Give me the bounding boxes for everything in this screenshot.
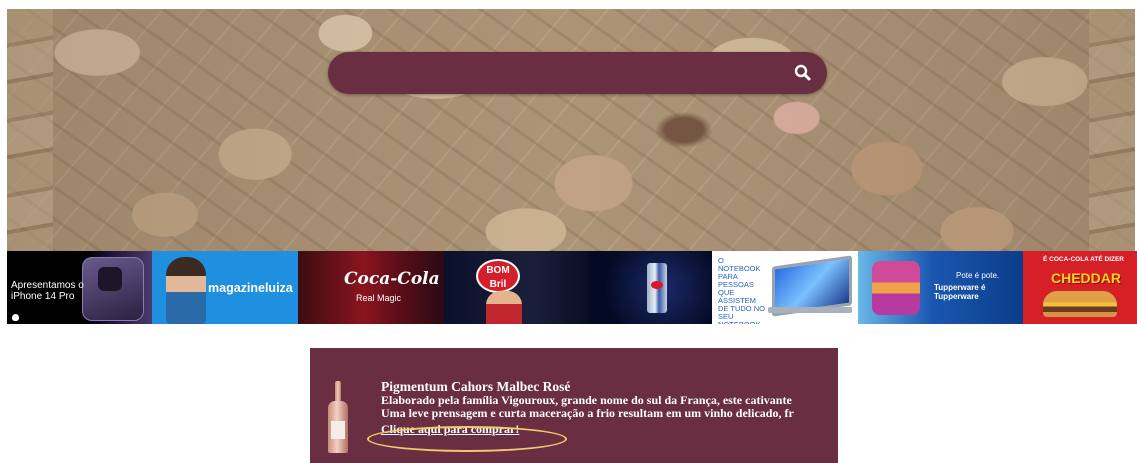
- ad-carousel: Apresentamos o iPhone 14 Pro magazinelui…: [7, 251, 1137, 324]
- tupperware-containers-image: [872, 261, 920, 315]
- bottle-neck: [335, 381, 341, 403]
- product-description-line2: Uma leve prensagem e curta maceração a f…: [381, 406, 794, 420]
- bottle-label: [331, 421, 345, 439]
- ad-mcd-product: CHEDDAR: [1051, 270, 1121, 286]
- ad-iphone-line1: Apresentamos o: [11, 280, 84, 291]
- ad-bombril[interactable]: BOM Bril: [444, 251, 589, 324]
- ad-coca-cola[interactable]: Coca-Cola Real Magic: [298, 251, 444, 324]
- ad-mcdonalds[interactable]: É COCA-COLA ATÉ DIZER CHEDDAR: [1023, 251, 1137, 324]
- ad-tupperware[interactable]: Pote é pote. Tupperware é Tupperware: [858, 251, 1023, 324]
- ad-bombril-logo-line1: BOM: [486, 265, 510, 276]
- red-bull-can-image: [647, 263, 667, 313]
- search-bar: [328, 52, 827, 94]
- ad-iphone-text: Apresentamos o iPhone 14 Pro: [11, 280, 84, 302]
- ad-notebook-text: O NOTEBOOK PARA PESSOAS QUE ASSISTEM DE …: [718, 256, 765, 325]
- ad-coke-logo: Coca-Cola: [344, 269, 440, 289]
- ad-mcd-headline: É COCA-COLA ATÉ DIZER: [1043, 256, 1125, 263]
- ad-magazineluiza[interactable]: magazineluiza: [152, 251, 298, 324]
- ad-iphone[interactable]: Apresentamos o iPhone 14 Pro: [7, 251, 152, 324]
- lu-character-image: [166, 257, 206, 324]
- ad-notebook[interactable]: O NOTEBOOK PARA PESSOAS QUE ASSISTEM DE …: [712, 251, 858, 324]
- search-icon[interactable]: [793, 63, 813, 83]
- search-input[interactable]: [350, 60, 794, 88]
- apple-logo-icon: [12, 314, 19, 321]
- bombril-character-image: [486, 291, 522, 324]
- ad-magalu-brand: magazineluiza: [208, 281, 293, 295]
- product-title: Pigmentum Cahors Malbec Rosé: [381, 379, 571, 394]
- hero-banner: [7, 9, 1135, 251]
- camera-image: [98, 267, 122, 291]
- ad-red-bull[interactable]: [589, 251, 712, 324]
- highlight-circle: [367, 426, 567, 452]
- burgers-image: [1043, 291, 1117, 317]
- ad-iphone-line2: iPhone 14 Pro: [11, 291, 75, 302]
- ad-coke-tagline: Real Magic: [356, 293, 402, 303]
- ad-bombril-logo: BOM Bril: [476, 259, 520, 293]
- hero-shade: [7, 9, 1135, 251]
- wine-bottle-image: [328, 381, 348, 453]
- ad-bombril-logo-line2: Bril: [489, 279, 507, 290]
- laptop-base-image: [768, 307, 852, 313]
- ad-tupperware-line2: Tupperware é Tupperware: [934, 283, 986, 301]
- ad-tupperware-line1: Pote é pote.: [956, 271, 1000, 280]
